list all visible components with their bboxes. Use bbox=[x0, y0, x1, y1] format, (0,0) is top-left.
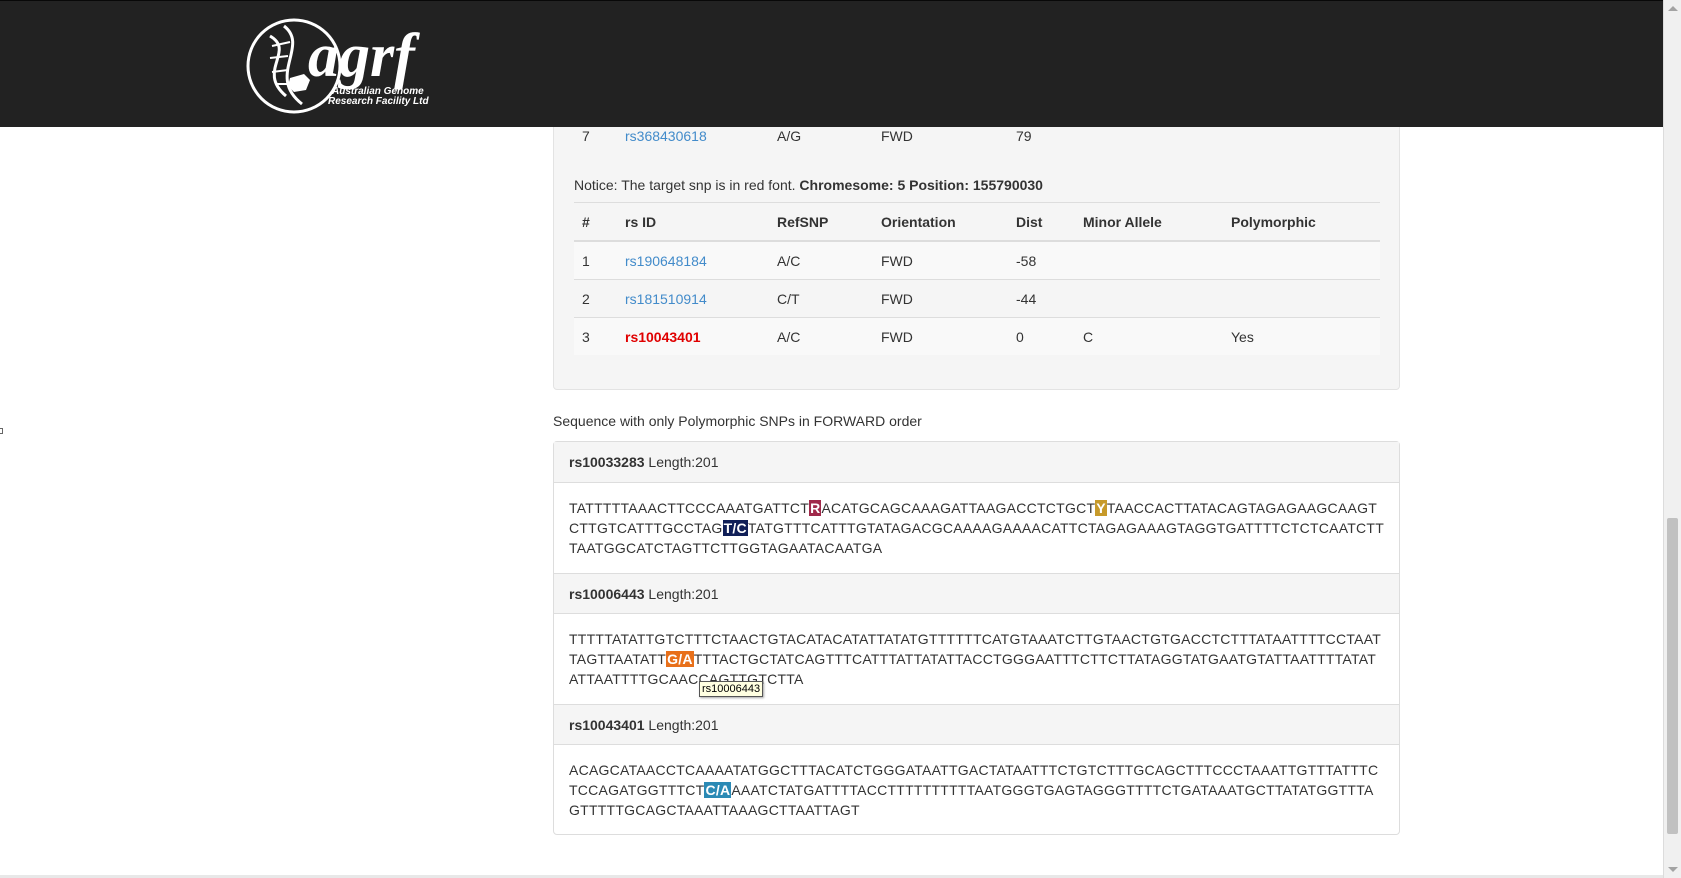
snp-marker[interactable]: C/A bbox=[704, 782, 732, 798]
scroll-down-icon[interactable] bbox=[1668, 867, 1678, 872]
sequence-section-title: Sequence with only Polymorphic SNPs in F… bbox=[553, 413, 922, 429]
header-polymorphic: Polymorphic bbox=[1231, 213, 1316, 230]
minor-allele-cell bbox=[1075, 241, 1223, 280]
snp-table: # rs ID RefSNP Orientation Dist Minor Al… bbox=[574, 202, 1380, 355]
sequence-rs-id: rs10043401 bbox=[569, 717, 645, 733]
orientation-cell: FWD bbox=[881, 290, 913, 307]
sequence-rs-id: rs10006443 bbox=[569, 586, 645, 602]
refsnp-cell: A/C bbox=[777, 328, 801, 345]
rs-id-link[interactable]: rs181510914 bbox=[625, 291, 707, 307]
logo-subtitle-2: Research Facility Ltd bbox=[328, 96, 429, 107]
sequence-rs-id: rs10033283 bbox=[569, 454, 645, 470]
header-rs-id: rs ID bbox=[625, 213, 657, 230]
minor-allele-cell bbox=[1075, 280, 1223, 318]
orientation-cell: FWD bbox=[881, 252, 913, 269]
header-refsnp: RefSNP bbox=[777, 213, 829, 230]
snp-marker[interactable]: Y bbox=[1095, 500, 1107, 516]
header-bar: agrf Australian Genome Research Facility… bbox=[0, 0, 1663, 127]
table-row: 2 rs181510914 C/T FWD -44 bbox=[574, 279, 1380, 318]
orientation-cell: FWD bbox=[881, 328, 913, 345]
sequence-heading: rs10043401 Length:201 bbox=[554, 704, 1399, 745]
agrf-logo[interactable]: agrf Australian Genome Research Facility… bbox=[246, 16, 446, 116]
row-number: 3 bbox=[582, 328, 590, 345]
chromosome-position: Chromesome: 5 Position: 155790030 bbox=[799, 177, 1043, 193]
sequence-text: TATTTTTAAACTTCCCAAATGATTCT bbox=[569, 500, 810, 516]
sequence-body: TTTTTATATTGTCTTTCTAACTGTACATACATATTATATG… bbox=[569, 629, 1384, 689]
sequence-body: ACAGCATAACCTCAAAATATGGCTTTACATCTGGGATAAT… bbox=[569, 760, 1384, 820]
sequence-heading: rs10006443 Length:201 bbox=[554, 573, 1399, 614]
dist-cell: 0 bbox=[1016, 328, 1024, 345]
table-header-row: # rs ID RefSNP Orientation Dist Minor Al… bbox=[574, 202, 1380, 241]
table-row-target: 3 rs10043401 A/C FWD 0 C Yes bbox=[574, 317, 1380, 355]
snp-marker[interactable]: T/C bbox=[721, 519, 749, 537]
sequence-body: TATTTTTAAACTTCCCAAATGATTCTRACATGCAGCAAAG… bbox=[569, 498, 1384, 558]
header-num: # bbox=[582, 213, 590, 230]
refsnp-cell: A/C bbox=[777, 252, 801, 269]
polymorphic-cell bbox=[1223, 280, 1380, 318]
polymorphic-cell: Yes bbox=[1231, 328, 1254, 345]
logo-text: agrf bbox=[308, 22, 420, 90]
refsnp-cell: C/T bbox=[777, 290, 800, 307]
snp-marker[interactable]: R bbox=[809, 500, 822, 516]
scroll-up-icon[interactable] bbox=[1668, 6, 1678, 11]
sequence-length: Length:201 bbox=[648, 717, 719, 733]
notice-text: Notice: The target snp is in red font. bbox=[574, 177, 796, 193]
agrf-logo-graphic: agrf Australian Genome Research Facility… bbox=[246, 18, 429, 114]
sequence-length: Length:201 bbox=[648, 586, 719, 602]
row-number: 2 bbox=[582, 290, 590, 307]
polymorphic-cell bbox=[1223, 241, 1380, 280]
target-rs-id-link[interactable]: rs10043401 bbox=[625, 329, 701, 345]
header-orientation: Orientation bbox=[881, 213, 956, 230]
scroll-thumb[interactable] bbox=[1667, 518, 1678, 834]
vertical-scrollbar[interactable] bbox=[1663, 0, 1681, 878]
minor-allele-cell: C bbox=[1083, 328, 1094, 345]
dist-cell: -58 bbox=[1016, 252, 1037, 269]
snp-tooltip: rs10006443 bbox=[699, 681, 764, 697]
snp-results-well: 7 rs368430618 A/G FWD 79 Notice: The tar… bbox=[553, 100, 1400, 390]
table-row: 1 rs190648184 A/C FWD -58 bbox=[574, 241, 1380, 280]
dist-cell: -44 bbox=[1016, 290, 1037, 307]
sequence-text: ACATGCAGCAAAGATTAAGACCTCTGCT bbox=[821, 500, 1096, 516]
header-minor-allele: Minor Allele bbox=[1083, 213, 1162, 230]
target-notice: Notice: The target snp is in red font. C… bbox=[574, 177, 1043, 193]
sequence-heading: rs10033283 Length:201 bbox=[554, 442, 1399, 483]
rs-id-link[interactable]: rs368430618 bbox=[625, 128, 707, 144]
snp-marker[interactable]: G/A bbox=[666, 651, 694, 667]
header-dist: Dist bbox=[1016, 213, 1043, 230]
resize-handle[interactable] bbox=[0, 428, 3, 434]
sequence-length: Length:201 bbox=[648, 454, 719, 470]
rs-id-link[interactable]: rs190648184 bbox=[625, 253, 707, 269]
row-number: 1 bbox=[582, 252, 590, 269]
sequence-panel: rs10033283 Length:201 TATTTTTAAACTTCCCAA… bbox=[553, 441, 1400, 835]
